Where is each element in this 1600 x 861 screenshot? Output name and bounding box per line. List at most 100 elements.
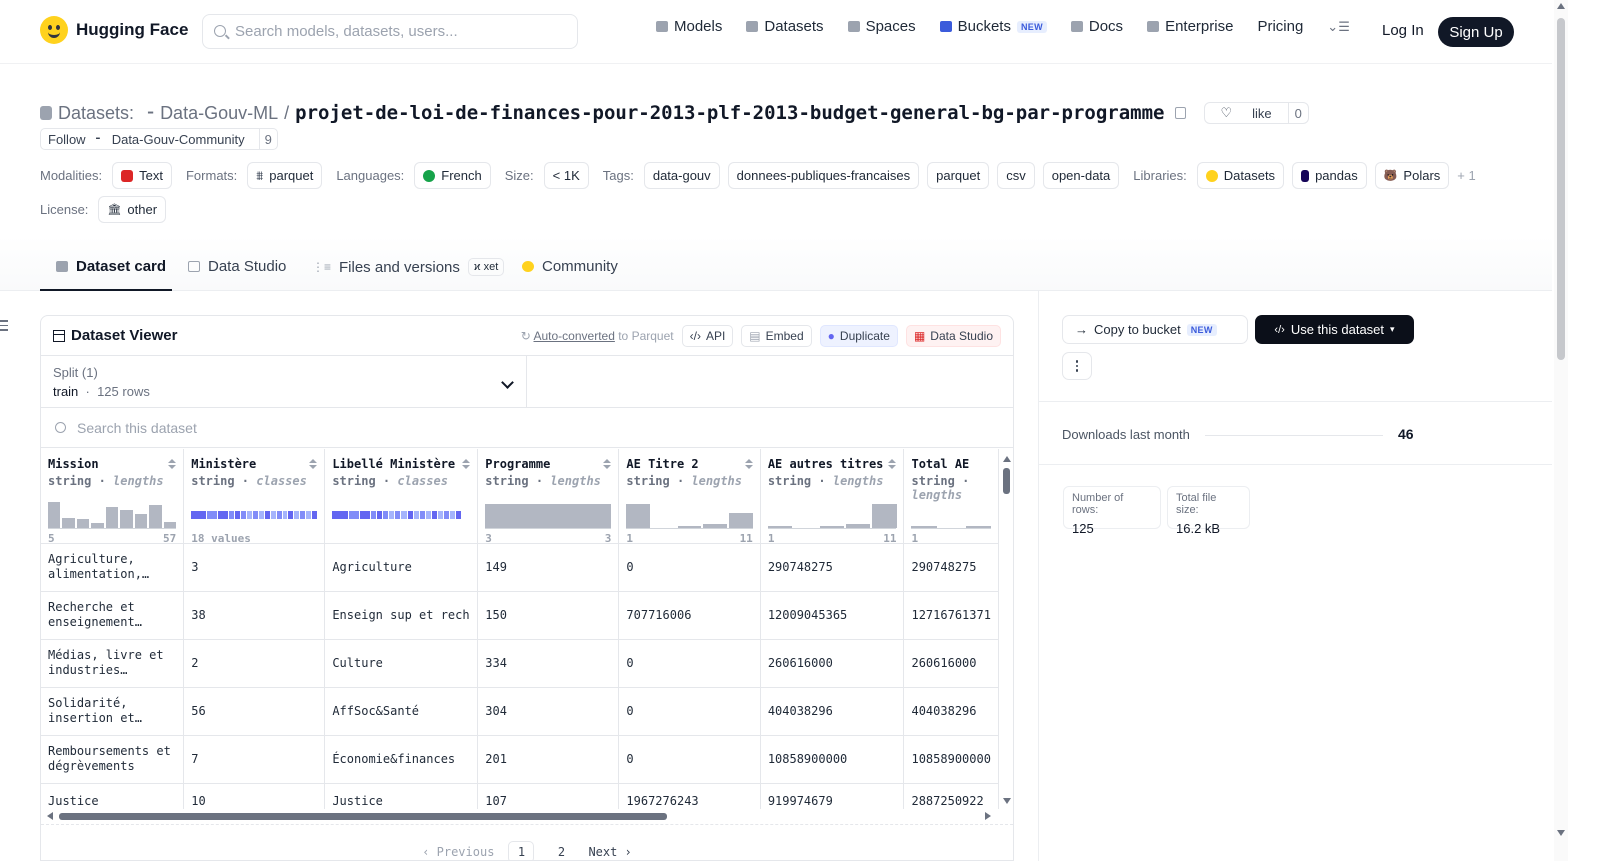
column-header-total-ae[interactable]: Total AE string · lengths 1 (903, 449, 999, 545)
auto-converted-link[interactable]: Auto-converted (534, 329, 615, 343)
active-tab-indicator (40, 289, 172, 291)
table-row[interactable]: Remboursements et dégrèvements 7 Économie&… (41, 735, 999, 784)
data-studio-button[interactable]: ▦ Data Studio (905, 324, 1001, 347)
split-selector[interactable]: Split (1) train · 125 rows (41, 356, 1013, 408)
split-label: Split (1) (53, 365, 98, 380)
nav-enterprise[interactable]: Enterprise (1147, 18, 1233, 35)
tab-community[interactable]: Community (522, 258, 618, 275)
viewer-title: Dataset Viewer (71, 327, 178, 344)
size-tag[interactable]: < 1K (543, 162, 589, 189)
table-row[interactable]: Solidarité, insertion et… 56 AffSoc&Santé 3… (41, 687, 999, 736)
org-link[interactable]: ⁃ Data-Gouv-ML (146, 103, 278, 124)
community-link[interactable]: ⁃ Data-Gouv-Community (93, 129, 259, 149)
format-parquet-tag[interactable]: ⩩ parquet (247, 162, 323, 189)
license-row: License: 🏛 other (40, 196, 167, 223)
sort-icon[interactable] (888, 459, 896, 469)
tag-csv[interactable]: csv (997, 162, 1035, 189)
chevron-down-icon: ▾ (1390, 324, 1395, 334)
nav-buckets[interactable]: Buckets NEW (939, 18, 1047, 35)
more-libraries[interactable]: + 1 (1457, 168, 1475, 183)
sort-icon[interactable] (603, 459, 611, 469)
nav-more-menu[interactable]: ⌄☰ (1327, 19, 1350, 35)
split-value: train (53, 384, 79, 399)
brand-logo[interactable]: Hugging Face (40, 16, 188, 44)
nav-pricing[interactable]: Pricing (1257, 18, 1303, 35)
like-button[interactable]: ♡ like 0 (1203, 102, 1309, 124)
tag-open-data[interactable]: open-data (1042, 162, 1120, 189)
nav-spaces[interactable]: Spaces (847, 18, 916, 35)
table-vertical-scrollbar[interactable] (1001, 456, 1013, 806)
book-icon (1070, 21, 1083, 32)
previous-page-button[interactable]: ‹ Previous (422, 845, 494, 859)
next-page-button[interactable]: Next › (588, 845, 631, 859)
modality-text-tag[interactable]: Text (112, 162, 172, 189)
downloads-label: Downloads last month (1062, 427, 1190, 442)
stat-number-of-rows: Number of rows: 125 (1063, 486, 1161, 536)
column-header-programme[interactable]: Programme string · lengths 33 (477, 449, 620, 545)
page-1-button[interactable]: 1 (508, 840, 535, 860)
embed-button[interactable]: ▤ Embed (741, 324, 812, 347)
dataset-viewer: Dataset Viewer ↻ Auto-converted to Parqu… (40, 315, 1014, 861)
downloads-sparkline (1205, 435, 1383, 436)
sort-icon[interactable] (168, 459, 176, 469)
tab-data-studio[interactable]: Data Studio (188, 258, 286, 275)
signup-button[interactable]: Sign Up (1438, 17, 1514, 47)
copy-to-bucket-button[interactable]: → Copy to bucket NEW (1062, 315, 1248, 344)
table-row[interactable]: Justice 10 Justice 107 1967276243 919974679 28… (41, 783, 999, 809)
column-header-libelle-ministere[interactable]: Libellé Ministère string · classes (324, 449, 479, 544)
tag-data-gouv[interactable]: data-gouv (643, 162, 720, 189)
enterprise-icon (1147, 21, 1160, 32)
api-button[interactable]: ‹/› API (681, 324, 734, 347)
divider (1039, 401, 1552, 402)
library-datasets[interactable]: Datasets (1196, 162, 1285, 189)
sort-icon[interactable] (745, 459, 753, 469)
database-icon (746, 21, 759, 32)
database-icon (40, 106, 52, 120)
nav-models[interactable]: Models (656, 18, 722, 35)
column-header-ae-autres-titres[interactable]: AE autres titres string · lengths 1 11 (760, 449, 905, 545)
login-link[interactable]: Log In (1382, 22, 1424, 39)
hugging-face-logo-icon (40, 16, 68, 44)
tag-donnees-publiques[interactable]: donnees-publiques-francaises (727, 162, 920, 189)
stat-total-file-size: Total file size: 16.2 kB (1167, 486, 1250, 536)
divider (1039, 464, 1552, 465)
library-pandas[interactable]: pandas (1292, 162, 1367, 189)
table-horizontal-scrollbar[interactable] (45, 810, 995, 822)
copy-icon[interactable] (1174, 107, 1186, 119)
table-icon (188, 261, 200, 272)
table-row[interactable]: Médias, livre et industries… 2 Culture 334 0… (41, 639, 999, 688)
menu-lines-icon: ⌄☰ (1327, 18, 1350, 34)
tag-parquet[interactable]: parquet (927, 162, 990, 189)
more-options-button[interactable] (1062, 352, 1092, 380)
page-2-button[interactable]: 2 (548, 841, 574, 861)
column-header-mission[interactable]: Mission string · lengths 5 57 (41, 449, 185, 545)
toc-toggle-icon[interactable] (0, 320, 8, 334)
bucket-icon (939, 21, 952, 32)
column-header-ae-titre-2[interactable]: AE Titre 2 string · lengths 1 11 (618, 449, 761, 545)
dataset-search-input[interactable]: Search this dataset (41, 408, 1013, 448)
new-badge: NEW (1186, 323, 1217, 336)
bank-icon: 🏛 (107, 204, 122, 216)
duplicate-button[interactable]: ● Duplicate (819, 324, 898, 347)
text-icon (121, 169, 134, 182)
tab-files-and-versions[interactable]: ⋮≡ Files and versions ϰ xet (312, 258, 505, 276)
page-scrollbar[interactable] (1554, 0, 1568, 861)
sort-icon[interactable] (462, 459, 470, 469)
datasets-prefix[interactable]: Datasets: (58, 103, 134, 124)
table-row[interactable]: Recherche et enseignement… 38 Enseign sup … (41, 591, 999, 640)
language-french-tag[interactable]: French (414, 162, 491, 189)
tab-dataset-card[interactable]: Dataset card (56, 258, 166, 275)
use-this-dataset-button[interactable]: ‹/› Use this dataset ▾ (1255, 315, 1414, 344)
column-header-ministere[interactable]: Ministère string · classes 18 values (183, 449, 326, 545)
dataset-name[interactable]: projet-de-loi-de-finances-pour-2013-plf-… (295, 102, 1164, 124)
license-tag[interactable]: 🏛 other (98, 196, 167, 223)
nav-docs[interactable]: Docs (1070, 18, 1123, 35)
sort-icon[interactable] (309, 459, 317, 469)
table-row[interactable]: Agriculture, alimentation,… 3 Agriculture 1… (41, 543, 999, 592)
nav-datasets[interactable]: Datasets (746, 18, 824, 35)
global-search-input[interactable]: Search models, datasets, users... (202, 14, 578, 49)
length-histogram (911, 501, 991, 529)
follower-count: 9 (258, 129, 277, 149)
follow-button[interactable]: Follow ⁃ Data-Gouv-Community 9 (40, 128, 278, 150)
library-polars[interactable]: 🐻 Polars (1374, 162, 1450, 189)
